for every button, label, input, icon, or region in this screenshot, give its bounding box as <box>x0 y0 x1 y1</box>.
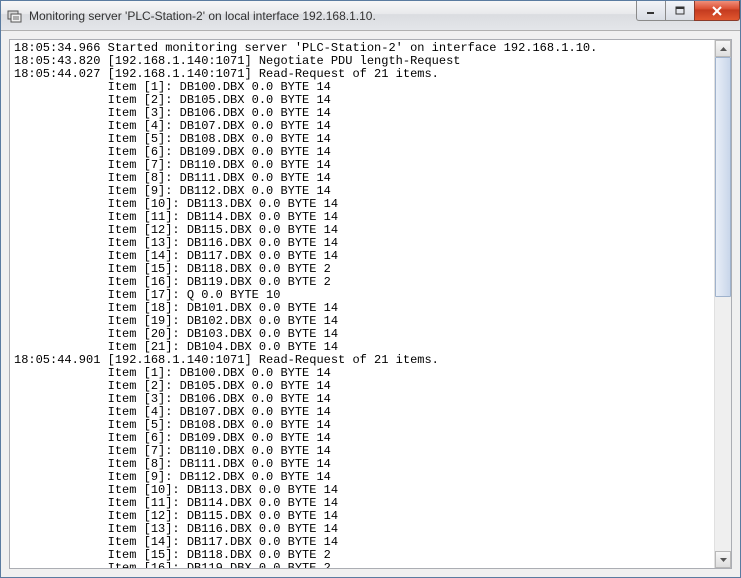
scroll-up-button[interactable] <box>715 40 731 57</box>
log-textbox[interactable]: 18:05:34.966 Started monitoring server '… <box>9 39 732 569</box>
maximize-button[interactable] <box>665 1 695 21</box>
scroll-track[interactable] <box>715 57 731 551</box>
titlebar[interactable]: Monitoring server 'PLC-Station-2' on loc… <box>1 1 740 31</box>
window-title: Monitoring server 'PLC-Station-2' on loc… <box>29 9 637 23</box>
close-button[interactable] <box>694 1 740 21</box>
scroll-thumb[interactable] <box>715 57 731 297</box>
client-area: 18:05:34.966 Started monitoring server '… <box>1 31 740 577</box>
app-window: Monitoring server 'PLC-Station-2' on loc… <box>0 0 741 578</box>
vertical-scrollbar[interactable] <box>714 40 731 568</box>
scroll-down-button[interactable] <box>715 551 731 568</box>
minimize-button[interactable] <box>636 1 666 21</box>
log-content[interactable]: 18:05:34.966 Started monitoring server '… <box>10 40 714 568</box>
app-icon <box>7 8 23 24</box>
window-buttons <box>637 1 740 30</box>
